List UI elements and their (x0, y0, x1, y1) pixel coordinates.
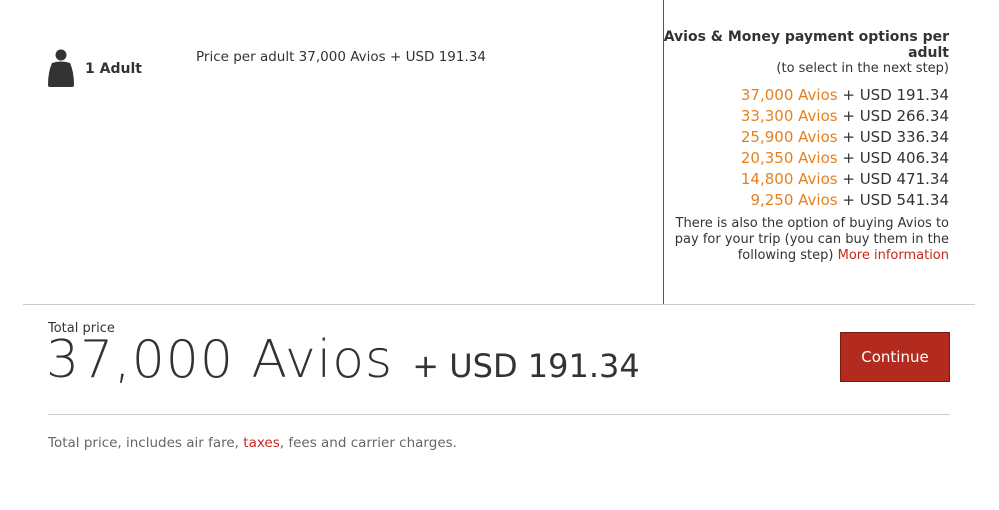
payment-option: 20,350 Avios + USD 406.34 (659, 148, 949, 169)
option-avios: 9,250 Avios (750, 191, 838, 209)
payment-options-panel: Avios & Money payment options per adult … (659, 29, 949, 264)
footnote-text-before: Total price, includes air fare, (48, 435, 244, 451)
taxes-link[interactable]: taxes (243, 435, 279, 451)
option-money: + USD 191.34 (842, 86, 949, 104)
total-price-footnote: Total price, includes air fare, taxes, f… (48, 435, 457, 451)
person-icon (48, 49, 74, 87)
buy-avios-note: There is also the option of buying Avios… (659, 216, 949, 264)
option-avios: 25,900 Avios (740, 128, 838, 146)
option-avios: 33,300 Avios (740, 107, 838, 125)
payment-options-subtitle: (to select in the next step) (776, 61, 949, 76)
payment-option: 25,900 Avios + USD 336.34 (659, 127, 949, 148)
total-price: 37,000 Avios + USD 191.34 (46, 330, 640, 390)
total-avios: 37,000 Avios (46, 330, 394, 390)
payment-option: 37,000 Avios + USD 191.34 (659, 85, 949, 106)
continue-button[interactable]: Continue (840, 332, 950, 382)
total-money: + USD 191.34 (412, 347, 640, 385)
payment-option: 14,800 Avios + USD 471.34 (659, 169, 949, 190)
option-money: + USD 406.34 (842, 149, 949, 167)
footnote-text-after: , fees and carrier charges. (279, 435, 457, 451)
payment-option: 9,250 Avios + USD 541.34 (659, 190, 949, 211)
horizontal-divider (23, 304, 975, 305)
price-per-adult: Price per adult 37,000 Avios + USD 191.3… (196, 49, 486, 65)
more-information-link[interactable]: More information (838, 248, 949, 263)
payment-option: 33,300 Avios + USD 266.34 (659, 106, 949, 127)
option-avios: 20,350 Avios (740, 149, 838, 167)
payment-options-title: Avios & Money payment options per adult (663, 29, 949, 61)
option-money: + USD 336.34 (842, 128, 949, 146)
option-money: + USD 266.34 (842, 107, 949, 125)
option-money: + USD 541.34 (842, 191, 949, 209)
footer-divider (48, 414, 950, 415)
passenger-summary: 1 Adult (47, 48, 142, 88)
option-avios: 37,000 Avios (740, 86, 838, 104)
option-avios: 14,800 Avios (740, 170, 838, 188)
passenger-count: 1 Adult (85, 61, 142, 77)
option-money: + USD 471.34 (842, 170, 949, 188)
